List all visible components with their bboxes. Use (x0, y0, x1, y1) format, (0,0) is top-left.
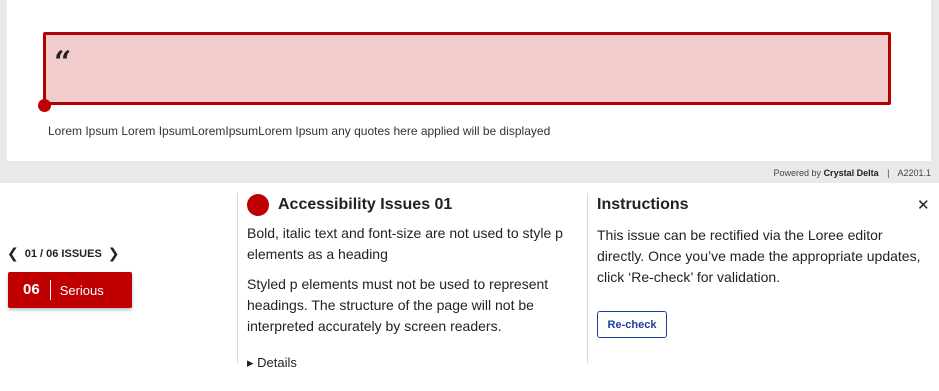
powered-separator: | (887, 168, 890, 178)
quote-caption: Lorem Ipsum Lorem IpsumLoremIpsumLorem I… (48, 124, 551, 138)
issue-description: Bold, italic text and font-size are not … (247, 225, 563, 262)
powered-brand: Crystal Delta (823, 168, 879, 178)
chevron-left-icon[interactable]: ❮ (7, 245, 19, 262)
powered-by: Powered by Crystal Delta | A2201.1 (774, 168, 931, 178)
caret-right-icon: ▸ (247, 355, 254, 370)
severity-dot-icon (247, 194, 269, 216)
issue-marker-dot[interactable] (38, 99, 51, 112)
column-divider (587, 193, 588, 363)
instructions-panel: Instructions This issue can be rectified… (597, 193, 929, 288)
chevron-right-icon[interactable]: ❯ (108, 245, 120, 262)
instructions-title: Instructions (597, 196, 689, 213)
issue-explanation: Styled p elements must not be used to re… (247, 276, 549, 334)
severity-label: Serious (59, 282, 104, 298)
recheck-button[interactable]: Re-check (597, 311, 667, 338)
issue-header: Accessibility Issues 01 (247, 193, 577, 217)
preview-card: “ Lorem Ipsum Lorem IpsumLoremIpsumLorem… (7, 0, 931, 161)
details-toggle[interactable]: ▸ Details (247, 355, 297, 371)
severity-badge[interactable]: 06 Serious (8, 272, 132, 308)
severity-count: 06 (8, 280, 51, 300)
issues-counter: 01 / 06 ISSUES (24, 247, 102, 260)
highlighted-quote-block[interactable]: “ (43, 32, 891, 105)
quote-mark-icon: “ (54, 45, 72, 80)
close-icon[interactable]: ✕ (917, 196, 930, 214)
details-label: Details (257, 355, 297, 370)
version-label: A2201.1 (897, 168, 931, 178)
preview-area: “ Lorem Ipsum Lorem IpsumLoremIpsumLorem… (0, 0, 939, 183)
powered-prefix: Powered by (773, 168, 822, 178)
issue-panel: Accessibility Issues 01 Bold, italic tex… (247, 193, 577, 337)
issues-pager: ❮ 01 / 06 ISSUES ❯ (7, 245, 120, 262)
instructions-text: This issue can be rectified via the Lore… (597, 227, 921, 285)
column-divider (237, 193, 238, 363)
issue-title: Accessibility Issues 01 (278, 196, 453, 213)
